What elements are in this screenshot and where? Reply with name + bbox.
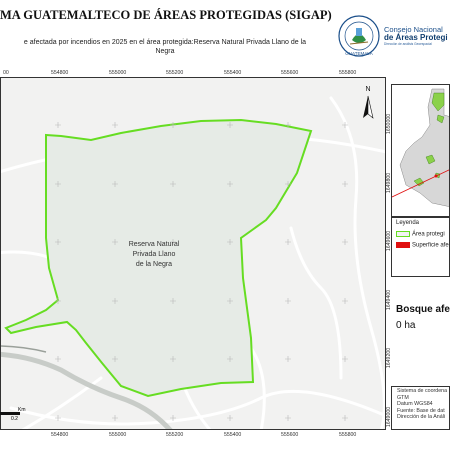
x-tick-bottom-5: 555800 — [339, 432, 357, 438]
x-tick-bottom-1: 555000 — [109, 432, 127, 438]
north-label: N — [365, 86, 370, 93]
area-label-line-3: de la Negra — [136, 261, 172, 268]
scale-bar-line — [0, 412, 20, 415]
y-tick-4: 1649200 — [386, 348, 392, 368]
map-subtitle: e afectada por incendios en 2025 en el á… — [0, 38, 330, 56]
scale-bar: Km 0.2 — [0, 407, 26, 422]
conap-logo: Consejo Nacional de Áreas Protegi Direcc… — [384, 26, 450, 47]
x-tick-top-0: 554800 — [51, 70, 69, 76]
legend-label-protected-area: Área protegi — [412, 231, 445, 238]
affected-heading: Bosque afe — [396, 304, 450, 315]
x-tick-bottom-3: 555400 — [224, 432, 242, 438]
legend-item-protected-area: Área protegi — [396, 231, 445, 238]
x-tick-bottom-2: 555200 — [166, 432, 184, 438]
map-info-box: Sistema de coordena GTM Datum WGS84 Fuen… — [391, 386, 450, 430]
legend-title: Leyenda — [396, 220, 420, 226]
affected-value: 0 ha — [396, 320, 416, 331]
area-label-line-1: Reserva Natural — [129, 241, 180, 248]
legend-swatch-affected-surface — [396, 242, 410, 248]
x-tick-top-2: 555200 — [166, 70, 184, 76]
x-tick-partial-top: 00 — [3, 70, 9, 76]
x-tick-top-1: 555000 — [109, 70, 127, 76]
subtitle-line-1: e afectada por incendios en 2025 en el á… — [23, 39, 307, 46]
map-canvas: Reserva Natural Privada Llano de la Negr… — [1, 78, 385, 429]
x-tick-bottom-0: 554800 — [51, 432, 69, 438]
subtitle-line-2: Negra — [155, 48, 175, 55]
location-marker — [434, 174, 438, 178]
info-line-0: Sistema de coordena — [397, 388, 448, 394]
legend-label-affected-surface: Superficie afe — [412, 242, 449, 249]
affected-forest-panel: Bosque afe 0 ha — [391, 296, 450, 346]
scale-unit: Km — [18, 407, 26, 413]
guatemala-seal-logo: GUATEMALA — [338, 15, 380, 57]
area-label-line-2: Privada Llano — [133, 251, 176, 258]
brand-line-2: de Áreas Protegi — [384, 33, 448, 42]
inset-locator-map — [391, 84, 450, 217]
main-map[interactable]: Reserva Natural Privada Llano de la Negr… — [0, 77, 386, 430]
map-title: MA GUATEMALTECO DE ÁREAS PROTEGIDAS (SIG… — [0, 8, 332, 22]
brand-line-3: Dirección de análisis Geoespacial — [384, 42, 432, 46]
inset-canvas — [392, 85, 449, 216]
seal-text: GUATEMALA — [345, 51, 372, 56]
info-line-2: Datum WGS84 — [397, 401, 433, 408]
info-line-1: GTM — [397, 394, 409, 401]
info-line-4: Dirección de la Análi — [397, 414, 445, 421]
scale-value: 0.2 — [11, 416, 18, 422]
x-tick-bottom-4: 555600 — [281, 432, 299, 438]
legend-swatch-protected-area — [396, 231, 410, 237]
x-tick-top-5: 555800 — [339, 70, 357, 76]
legend: Leyenda Área protegi Superficie afe — [391, 217, 450, 277]
x-tick-top-3: 555400 — [224, 70, 242, 76]
x-tick-top-4: 555600 — [281, 70, 299, 76]
legend-item-affected-surface: Superficie afe — [396, 242, 449, 249]
info-line-3: Fuente: Base de dat — [397, 407, 445, 414]
